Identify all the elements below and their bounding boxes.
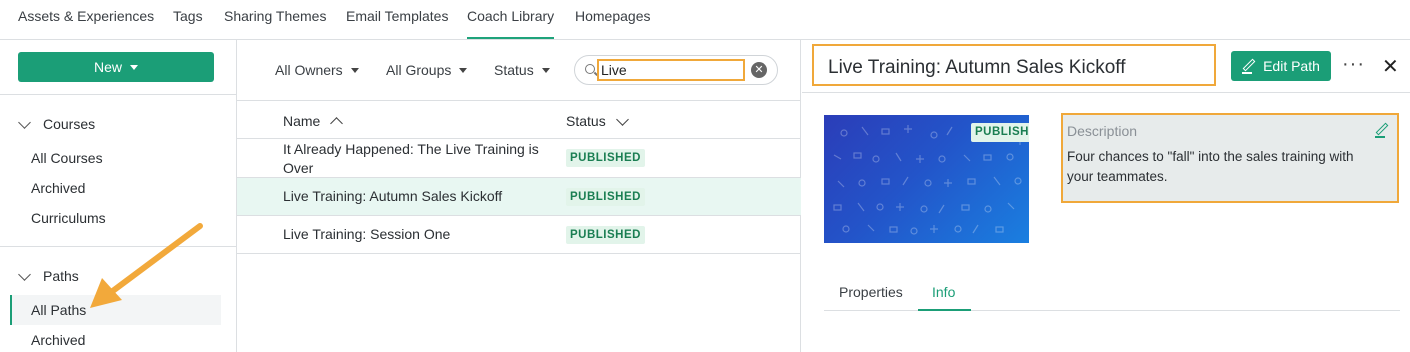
- groups-filter-label: All Groups: [386, 62, 452, 78]
- search-box: ✕: [574, 55, 778, 85]
- sort-ascending-icon: [330, 116, 344, 130]
- name-column-header[interactable]: Name: [283, 113, 344, 130]
- edit-description-icon[interactable]: [1375, 123, 1396, 140]
- row-name: It Already Happened: The Live Training i…: [283, 141, 539, 176]
- status-filter-label: Status: [494, 62, 534, 78]
- sidebar-item-all-courses[interactable]: All Courses: [31, 150, 103, 166]
- tab-homepages[interactable]: Homepages: [575, 8, 651, 39]
- search-icon: [585, 64, 595, 74]
- caret-down-icon: [541, 67, 550, 73]
- owners-filter-label: All Owners: [275, 62, 343, 78]
- status-column-label: Status: [566, 113, 606, 129]
- table-row[interactable]: It Already Happened: The Live Training i…: [237, 139, 801, 178]
- paths-section-label: Paths: [43, 268, 79, 284]
- sidebar-item-courses-archived[interactable]: Archived: [31, 180, 85, 196]
- chevron-down-icon: [615, 112, 629, 126]
- sidebar-item-paths-archived[interactable]: Archived: [31, 332, 85, 348]
- courses-section-label: Courses: [43, 116, 96, 132]
- tabs-divider: [824, 310, 1400, 311]
- status-badge: PUBLISHED: [566, 188, 645, 206]
- groups-filter[interactable]: All Groups: [386, 62, 468, 78]
- divider: [0, 94, 237, 95]
- tab-properties[interactable]: Properties: [839, 284, 903, 300]
- detail-panel: Live Training: Autumn Sales Kickoff Edit…: [802, 40, 1410, 352]
- owners-filter[interactable]: All Owners: [275, 62, 359, 78]
- detail-title: Live Training: Autumn Sales Kickoff: [828, 57, 1126, 78]
- table-row[interactable]: Live Training: Autumn Sales Kickoff PUBL…: [237, 178, 801, 216]
- path-thumbnail: PUBLISHED: [824, 115, 1029, 243]
- row-name: Live Training: Autumn Sales Kickoff: [283, 188, 503, 204]
- chevron-down-icon: [18, 267, 31, 281]
- table-row[interactable]: Live Training: Session One PUBLISHED: [237, 216, 801, 254]
- edit-path-button[interactable]: Edit Path: [1231, 51, 1331, 81]
- status-badge: PUBLISHED: [566, 226, 645, 244]
- detail-title-box: Live Training: Autumn Sales Kickoff: [812, 44, 1216, 86]
- status-column-header[interactable]: Status: [566, 112, 629, 129]
- search-input[interactable]: [597, 59, 745, 81]
- tab-coach-library[interactable]: Coach Library: [467, 8, 555, 39]
- caret-down-icon: [459, 67, 468, 73]
- new-button-label: New: [93, 59, 122, 75]
- list-header: Name Status: [237, 100, 801, 139]
- top-nav: Assets & Experiences Tags Sharing Themes…: [0, 0, 1410, 40]
- tab-info[interactable]: Info: [932, 284, 955, 300]
- clear-search-icon[interactable]: ✕: [751, 62, 767, 78]
- row-name: Live Training: Session One: [283, 226, 451, 242]
- library-list-panel: All Owners All Groups Status ✕ Name Stat…: [237, 40, 801, 352]
- chevron-down-icon: [18, 115, 31, 129]
- caret-down-icon: [350, 67, 359, 73]
- caret-down-icon: [130, 64, 138, 70]
- sidebar-item-all-paths[interactable]: All Paths: [31, 302, 86, 318]
- pencil-icon: [1242, 59, 1256, 74]
- status-badge: PUBLISHED: [566, 149, 645, 167]
- divider: [802, 92, 1410, 93]
- description-box: Description Four chances to "fall" into …: [1061, 113, 1399, 203]
- close-icon[interactable]: ✕: [1382, 54, 1399, 79]
- status-filter[interactable]: Status: [494, 62, 550, 78]
- edit-path-label: Edit Path: [1263, 58, 1320, 74]
- tab-assets-experiences[interactable]: Assets & Experiences: [18, 8, 154, 39]
- description-text: Four chances to "fall" into the sales tr…: [1067, 149, 1354, 184]
- published-badge: PUBLISHED: [971, 123, 1029, 142]
- annotation-arrow-icon: [90, 223, 203, 308]
- courses-section-toggle[interactable]: Courses: [18, 115, 96, 132]
- description-label: Description: [1067, 123, 1138, 139]
- tab-email-templates[interactable]: Email Templates: [346, 8, 448, 39]
- name-column-label: Name: [283, 113, 321, 129]
- tab-sharing-themes[interactable]: Sharing Themes: [224, 8, 326, 39]
- tab-tags[interactable]: Tags: [173, 8, 203, 39]
- new-button[interactable]: New: [18, 52, 214, 82]
- paths-section-toggle[interactable]: Paths: [18, 267, 79, 284]
- active-tab-underline: [918, 309, 971, 311]
- more-options-icon[interactable]: ···: [1342, 53, 1365, 76]
